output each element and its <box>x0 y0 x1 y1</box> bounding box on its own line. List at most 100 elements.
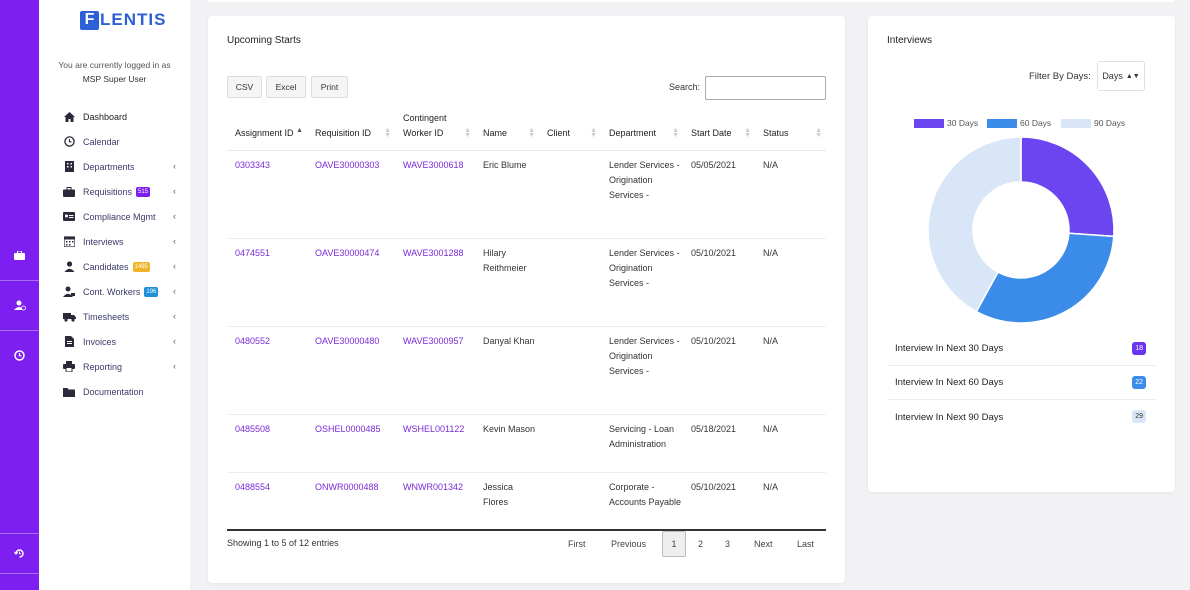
sidebar-item-label: Calendar <box>83 136 120 147</box>
donut-slice-60-days[interactable] <box>975 232 1115 324</box>
pager-first[interactable]: First <box>568 531 586 557</box>
cell-worker[interactable]: WAVE3000957 <box>395 326 475 415</box>
pager-page-3[interactable]: 3 <box>725 531 730 557</box>
login-status: You are currently logged in as MSP Super… <box>39 58 190 86</box>
interview-stat-row: Interview In Next 90 Days 29 <box>887 400 1156 434</box>
sidebar-item-timesheets[interactable]: Timesheets ‹ <box>61 304 186 329</box>
sidebar-item-label: Compliance Mgmt <box>83 211 156 222</box>
building-icon <box>61 159 77 175</box>
cell-requisition[interactable]: OSHEL0000485 <box>307 414 395 473</box>
cell-worker[interactable]: WAVE3001288 <box>395 238 475 327</box>
sidebar-item-reporting[interactable]: Reporting ‹ <box>61 354 186 379</box>
interview-stat-label: Interview In Next 30 Days <box>895 343 1004 354</box>
cell-assignment[interactable]: 0480552 <box>227 326 307 415</box>
cell-status: N/A <box>755 150 826 239</box>
brand-logo[interactable]: F LENTIS <box>80 10 166 30</box>
sidebar-item-interviews[interactable]: Interviews ‹ <box>61 229 186 254</box>
pager-page-2[interactable]: 2 <box>698 531 703 557</box>
column-header-requisition-id[interactable]: Requisition ID ▲ ▼ <box>307 108 395 151</box>
cell-department: Corporate - Accounts Payable <box>601 472 683 531</box>
sidebar-item-departments[interactable]: Departments ‹ <box>61 154 186 179</box>
cell-worker[interactable]: WAVE3000618 <box>395 150 475 239</box>
cell-worker[interactable]: WSHEL001122 <box>395 414 475 473</box>
legend-item[interactable]: 30 Days <box>914 118 978 128</box>
pager-page-1[interactable]: 1 <box>662 531 686 557</box>
cell-client <box>539 150 601 239</box>
chevron-left-icon: ‹ <box>173 161 176 171</box>
legend-label: 90 Days <box>1094 118 1126 128</box>
user-clock-icon[interactable] <box>0 285 39 325</box>
user-tie-icon <box>61 284 77 300</box>
table-row: 0488554 ONWR0000488 WNWR001342 Jessica Flor… <box>227 472 826 531</box>
legend-label: 60 Days <box>1020 118 1052 128</box>
cell-name: Danyal Khan <box>475 326 539 415</box>
column-header-status[interactable]: Status ▲ ▼ <box>755 108 826 151</box>
sidebar-item-requisitions[interactable]: Requisitions 515 ‹ <box>61 179 186 204</box>
chevron-left-icon: ‹ <box>173 361 176 371</box>
legend-swatch <box>1061 118 1091 128</box>
pager-next[interactable]: Next <box>754 531 773 557</box>
donut-slice-30-days[interactable] <box>1020 136 1115 238</box>
chevron-left-icon: ‹ <box>173 186 176 196</box>
column-header-name[interactable]: Name ▲ ▼ <box>475 108 539 151</box>
sidebar: F LENTIS You are currently logged in as … <box>39 0 190 590</box>
sort-icon: ▲ ▼ <box>384 126 391 139</box>
logo-text: LENTIS <box>100 10 167 29</box>
history-icon[interactable] <box>0 533 39 573</box>
cell-requisition[interactable]: OAVE30000474 <box>307 238 395 327</box>
cell-requisition[interactable]: OAVE30000303 <box>307 150 395 239</box>
csv-button[interactable]: CSV <box>227 76 262 98</box>
sort-icon: ▲ ▼ <box>744 126 751 139</box>
sidebar-item-label: Dashboard <box>83 111 128 122</box>
column-header-start-date[interactable]: Start Date ▲ ▼ <box>683 108 755 151</box>
pager-previous[interactable]: Previous <box>611 531 646 557</box>
briefcase-icon <box>61 184 77 200</box>
chevron-left-icon: ‹ <box>173 236 176 246</box>
cell-start: 05/10/2021 <box>683 472 755 531</box>
cell-assignment[interactable]: 0488554 <box>227 472 307 531</box>
table-row: 0303343 OAVE30000303 WAVE3000618 Eric Blume… <box>227 150 826 239</box>
cell-assignment[interactable]: 0485508 <box>227 414 307 473</box>
pager-last[interactable]: Last <box>797 531 814 557</box>
clock-icon[interactable] <box>0 335 39 375</box>
interview-count-badge: 29 <box>1132 410 1146 423</box>
sidebar-item-candidates[interactable]: Candidates 1495 ‹ <box>61 254 186 279</box>
sidebar-item-calendar[interactable]: Calendar <box>61 129 186 154</box>
cell-worker[interactable]: WNWR001342 <box>395 472 475 531</box>
sidebar-item-cont-workers[interactable]: Cont. Workers 196 ‹ <box>61 279 186 304</box>
id-card-icon <box>61 209 77 225</box>
cell-assignment[interactable]: 0303343 <box>227 150 307 239</box>
sidebar-item-label: Documentation <box>83 386 144 397</box>
cell-requisition[interactable]: ONWR0000488 <box>307 472 395 531</box>
legend-item[interactable]: 90 Days <box>1061 118 1125 128</box>
column-header-contingent-worker-id[interactable]: Contingent Worker ID ▲ ▼ <box>395 108 475 151</box>
column-header-department[interactable]: Department ▲ ▼ <box>601 108 683 151</box>
sidebar-count-badge: 196 <box>144 286 159 297</box>
cell-start: 05/10/2021 <box>683 238 755 327</box>
interview-stat-label: Interview In Next 90 Days <box>895 411 1004 423</box>
briefcase-icon[interactable] <box>0 235 39 275</box>
filter-days-select[interactable]: Days ▲▼ <box>1097 61 1145 91</box>
sidebar-item-documentation[interactable]: Documentation <box>61 379 186 404</box>
sidebar-item-dashboard[interactable]: Dashboard <box>61 104 186 129</box>
table-row: 0480552 OAVE30000480 WAVE3000957 Danyal Kha… <box>227 326 826 415</box>
column-header-client[interactable]: Client ▲ ▼ <box>539 108 601 151</box>
search-input[interactable] <box>705 76 826 100</box>
sidebar-nav: Dashboard Calendar Departments ‹ Requisition… <box>61 104 186 404</box>
logged-in-text: You are currently logged in as <box>58 60 171 70</box>
sidebar-item-invoices[interactable]: Invoices ‹ <box>61 329 186 354</box>
column-header-assignment-id[interactable]: Assignment ID ▲ ▼ <box>227 108 307 151</box>
print-button[interactable]: Print <box>311 76 348 98</box>
legend-item[interactable]: 60 Days <box>987 118 1051 128</box>
sort-icon: ▲ ▼ <box>815 126 822 139</box>
sidebar-item-label: Candidates <box>83 261 129 272</box>
sidebar-item-compliance-mgmt[interactable]: Compliance Mgmt ‹ <box>61 204 186 229</box>
interviews-donut-chart <box>927 136 1115 324</box>
cell-department: Lender Services - Origination Services - <box>601 150 683 239</box>
column-header-label: Requisition ID <box>315 127 372 138</box>
cell-name: Kevin Mason <box>475 414 539 473</box>
cell-assignment[interactable]: 0474551 <box>227 238 307 327</box>
printer-icon <box>61 359 77 375</box>
cell-requisition[interactable]: OAVE30000480 <box>307 326 395 415</box>
excel-button[interactable]: Excel <box>266 76 306 98</box>
